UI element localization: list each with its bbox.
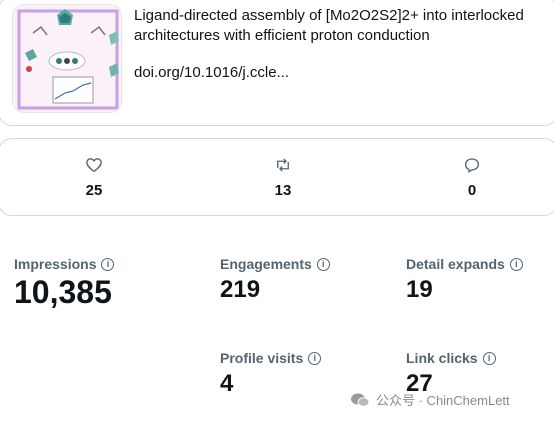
heart-icon[interactable] [64,156,124,176]
wechat-icon [351,393,370,407]
profile-visits-metric: Profile visits i 4 [220,350,322,398]
info-icon[interactable]: i [482,351,496,365]
link-title[interactable]: Ligand-directed assembly of [Mo2O2S2]2+ … [134,6,546,46]
info-icon[interactable]: i [308,351,322,365]
impressions-label: Impressions [14,256,97,272]
impressions-value: 10,385 [14,274,112,310]
impressions-metric: Impressions i 10,385 [14,256,115,311]
link-clicks-label: Link clicks [406,350,478,366]
like-action[interactable]: 25 [64,156,124,199]
engagements-label: Engagements [220,256,312,272]
info-icon[interactable]: i [101,257,115,271]
watermark-text: 公众号 · ChinChemLett [376,393,510,408]
detail-expands-value: 19 [406,276,433,303]
repost-action[interactable]: 13 [253,156,313,199]
profile-visits-value: 4 [220,370,234,397]
detail-expands-metric: Detail expands i 19 [406,256,523,304]
engagements-value: 219 [220,276,261,303]
detail-expands-label: Detail expands [406,256,505,272]
reply-icon[interactable] [442,156,502,176]
watermark: 公众号 · ChinChemLett [350,390,510,409]
reply-count: 0 [467,182,477,199]
thumbnail-graphic [13,5,121,112]
info-icon[interactable]: i [316,257,330,271]
link-preview-thumbnail[interactable] [12,4,122,113]
like-count: 25 [85,182,103,199]
repost-count: 13 [274,182,292,199]
info-icon[interactable]: i [509,257,523,271]
reply-action[interactable]: 0 [442,156,502,199]
profile-visits-label: Profile visits [220,350,304,366]
repost-icon[interactable] [253,156,313,176]
link-url[interactable]: doi.org/10.1016/j.ccle... [134,64,289,81]
engagements-metric: Engagements i 219 [220,256,330,304]
